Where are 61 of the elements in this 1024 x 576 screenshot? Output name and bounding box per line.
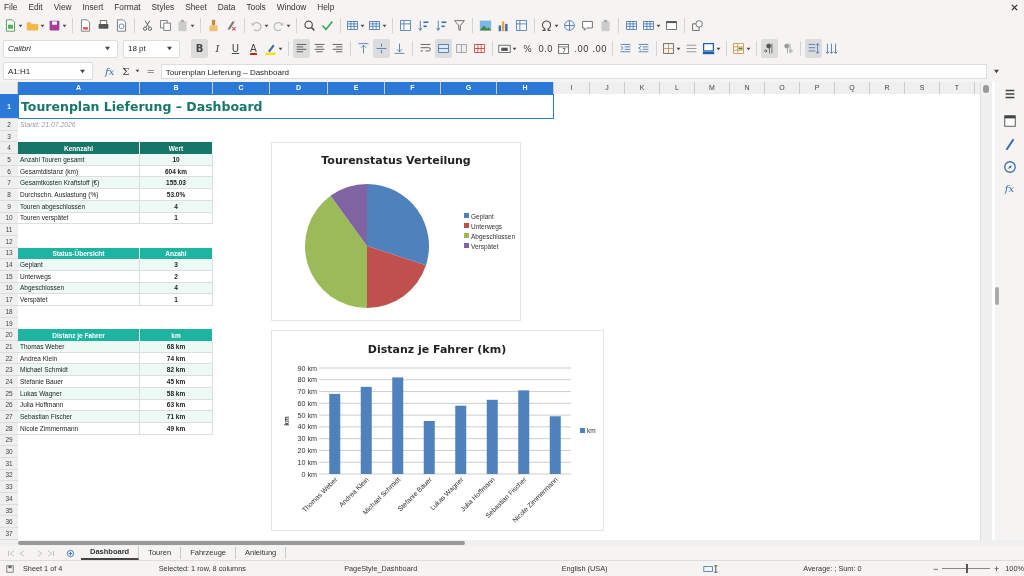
menu-item[interactable]: Insert bbox=[82, 2, 104, 12]
text-style-button[interactable]: U bbox=[227, 39, 244, 58]
bar bbox=[455, 405, 467, 474]
left-align-icon[interactable] bbox=[293, 39, 310, 58]
chart-title: Tourenstatus Verteilung bbox=[321, 154, 471, 167]
sidebar-handle[interactable] bbox=[995, 287, 999, 305]
menu-item[interactable]: Format bbox=[114, 2, 141, 12]
function-wizard-button[interactable]: fx bbox=[103, 65, 117, 77]
properties-icon[interactable] bbox=[1002, 114, 1017, 128]
name-box[interactable]: A1:H1 bbox=[3, 62, 93, 80]
scrollbar-thumb[interactable] bbox=[18, 541, 465, 545]
font-name-field[interactable]: Calibri bbox=[3, 39, 118, 58]
navigator-icon[interactable] bbox=[1002, 160, 1017, 174]
legend-swatch bbox=[464, 213, 469, 218]
selection-mode-icon[interactable] bbox=[703, 564, 720, 573]
text-style-button[interactable]: I bbox=[209, 39, 226, 58]
formula-button[interactable]: = bbox=[144, 65, 157, 77]
zoom-slider-thumb[interactable] bbox=[966, 564, 969, 573]
zoom-in-button[interactable]: + bbox=[994, 563, 1000, 574]
add-decimal-button[interactable]: .00 bbox=[573, 39, 590, 58]
menu-item[interactable]: Tools bbox=[246, 2, 266, 12]
percent-format-button[interactable]: % bbox=[519, 39, 536, 58]
menu-item[interactable]: Window bbox=[276, 2, 307, 12]
expand-icon[interactable] bbox=[992, 68, 1000, 74]
chart-title: Distanz je Fahrer (km) bbox=[367, 343, 507, 356]
delete-decimal-button[interactable]: .00 bbox=[591, 39, 608, 58]
legend-swatch bbox=[580, 428, 585, 433]
menu-item[interactable]: File bbox=[4, 2, 18, 12]
ltr-direction-icon[interactable] bbox=[761, 39, 778, 58]
middle-align-icon[interactable] bbox=[373, 39, 390, 58]
menu-item[interactable]: Data bbox=[217, 2, 236, 12]
formula-input-field[interactable]: Tourenplan Lieferung – Dashboard bbox=[160, 63, 987, 79]
close-icon[interactable] bbox=[1011, 4, 1018, 11]
menu-item[interactable]: Sheet bbox=[185, 2, 207, 12]
text-style-button[interactable]: B bbox=[191, 39, 208, 58]
legend-swatch bbox=[464, 223, 469, 228]
legend-swatch bbox=[464, 243, 469, 248]
menu-item[interactable]: Help bbox=[317, 2, 335, 12]
number-format-button[interactable]: 0.0 bbox=[537, 39, 554, 58]
caret-icon[interactable] bbox=[79, 68, 86, 74]
legend-swatch bbox=[464, 233, 469, 238]
menu-item[interactable]: Edit bbox=[28, 2, 43, 12]
menu-item[interactable]: View bbox=[53, 2, 72, 12]
new-spreadsheet-icon[interactable] bbox=[3, 16, 24, 35]
zoom-out-button[interactable]: − bbox=[932, 563, 939, 574]
paragraph-direction-icon[interactable] bbox=[805, 39, 822, 58]
document-status-icon bbox=[6, 564, 14, 573]
sheet-title: Tourenplan Lieferung – Dashboard bbox=[18, 94, 554, 119]
caret-icon[interactable] bbox=[135, 69, 141, 73]
font-size-field[interactable]: 18 pt bbox=[123, 39, 180, 58]
bar bbox=[549, 416, 561, 474]
scrollbar-thumb[interactable] bbox=[983, 85, 989, 93]
sum-button[interactable]: Σ bbox=[120, 65, 132, 77]
font-color-button[interactable]: A bbox=[245, 39, 262, 58]
caret-icon[interactable] bbox=[104, 46, 111, 51]
merge-align-icon[interactable] bbox=[435, 39, 452, 58]
caret-icon[interactable] bbox=[166, 46, 173, 51]
add-sheet-icon[interactable] bbox=[66, 548, 75, 558]
menu-item[interactable]: Styles bbox=[151, 2, 175, 12]
functions-button[interactable]: fx bbox=[1004, 183, 1015, 194]
bar bbox=[423, 421, 435, 474]
